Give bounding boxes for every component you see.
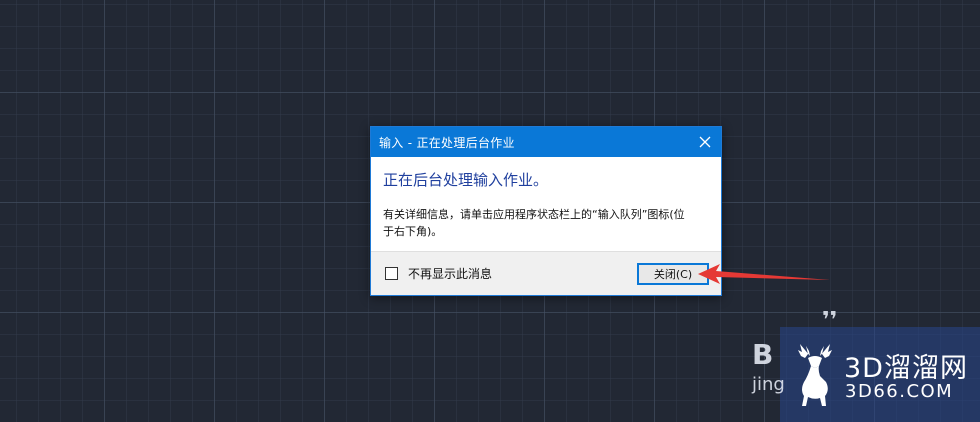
close-icon[interactable]	[689, 127, 721, 157]
detail-line-2: 于右下角)。	[383, 225, 443, 238]
dialog-titlebar[interactable]: 输入 - 正在处理后台作业	[371, 127, 721, 157]
red-arrow-icon	[698, 264, 830, 284]
detail-text: 有关详细信息，请单击应用程序状态栏上的“输入队列”图标(位 于右下角)。	[383, 206, 709, 240]
dialog-content: 正在后台处理输入作业。 有关详细信息，请单击应用程序状态栏上的“输入队列”图标(…	[371, 157, 721, 251]
dont-show-again-checkbox[interactable]: 不再显示此消息	[385, 265, 492, 282]
input-processing-dialog: 输入 - 正在处理后台作业 正在后台处理输入作业。 有关详细信息，请单击应用程序…	[370, 126, 722, 296]
main-instruction: 正在后台处理输入作业。	[383, 171, 549, 189]
deer-logo-icon	[798, 344, 832, 406]
checkbox-icon[interactable]	[385, 267, 398, 280]
watermark-ghost-letter: B	[752, 338, 774, 371]
watermark-site-name: 3D溜溜网	[844, 353, 968, 384]
dialog-footer: 不再显示此消息 关闭(C)	[371, 251, 721, 295]
checkbox-label: 不再显示此消息	[408, 267, 493, 281]
watermark-ghost-ears: ❜❜	[822, 308, 838, 333]
detail-line-1: 有关详细信息，请单击应用程序状态栏上的“输入队列”图标(位	[383, 208, 685, 221]
watermark-ghost-sub: jing	[752, 374, 785, 395]
dialog-title: 输入 - 正在处理后台作业	[379, 135, 515, 150]
watermark-site-url: 3D66.COM	[845, 381, 954, 402]
